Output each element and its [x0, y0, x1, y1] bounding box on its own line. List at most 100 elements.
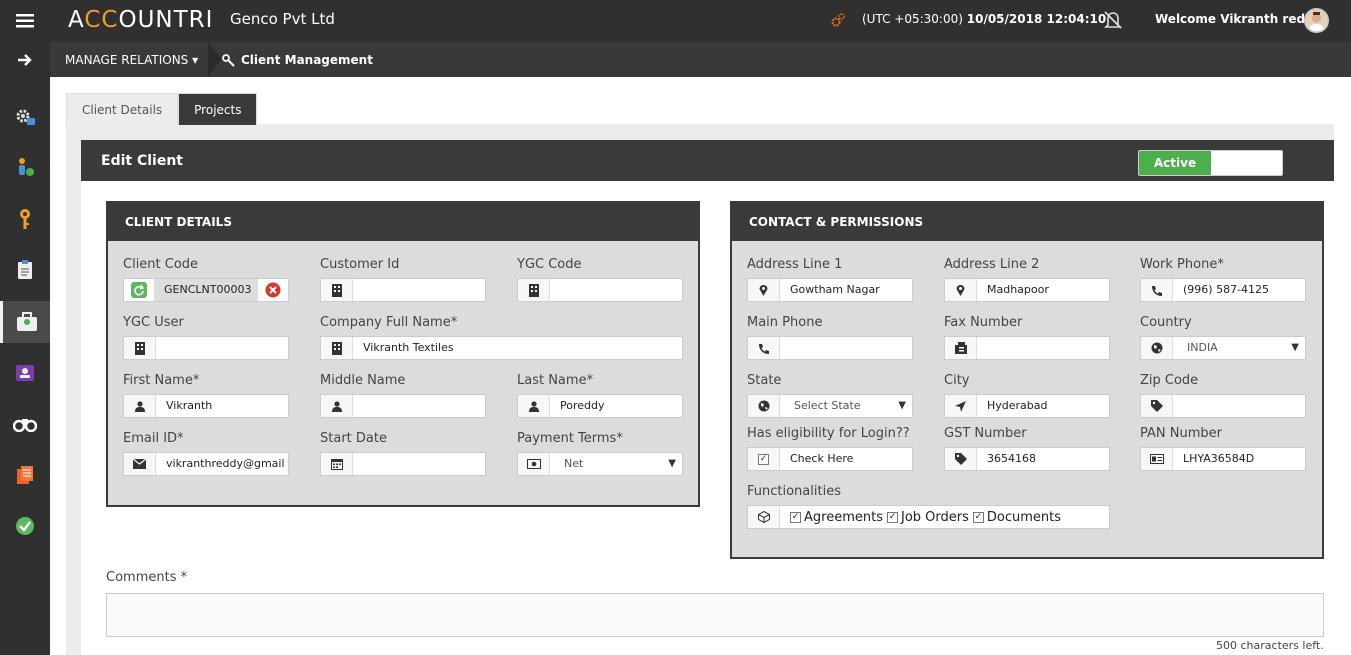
envelope-icon	[124, 453, 156, 475]
sidebar-item-settings[interactable]	[0, 97, 50, 137]
sidebar-item-documents[interactable]	[0, 455, 50, 495]
expand-arrow-icon[interactable]	[0, 42, 50, 77]
avatar[interactable]	[1304, 8, 1329, 33]
comments-label: Comments *	[106, 570, 188, 585]
company-full-name-field: Company Full Name* Vikranth Textiles	[320, 315, 683, 360]
building-icon	[321, 337, 353, 359]
city-field: City Hyderabad	[944, 373, 1110, 418]
client-code-field: Client Code GENCLNT00003	[123, 257, 289, 302]
fax-number-input[interactable]	[977, 337, 1109, 359]
tab-projects[interactable]: Projects	[178, 93, 258, 125]
gst-number-input[interactable]: 3654168	[977, 448, 1109, 470]
ygc-user-input[interactable]	[156, 337, 288, 359]
main-phone-field: Main Phone	[747, 315, 913, 360]
map-marker-icon	[748, 279, 780, 301]
first-name-input[interactable]: Vikranth	[156, 395, 288, 417]
start-date-field: Start Date	[320, 431, 486, 476]
email-field: Email ID* vikranthreddy@gmail	[123, 431, 289, 476]
zip-code-input[interactable]	[1173, 395, 1305, 417]
sidebar-item-contacts[interactable]	[0, 353, 50, 393]
payment-terms-select[interactable]: Net ▼	[550, 453, 682, 475]
city-input[interactable]: Hyderabad	[977, 395, 1109, 417]
caret-down-icon: ▾	[192, 53, 199, 67]
sidebar	[0, 77, 50, 655]
user-icon	[124, 395, 156, 417]
location-arrow-icon	[945, 395, 977, 417]
functionality-documents[interactable]: ✓ Documents	[972, 510, 1061, 525]
notifications-off-icon[interactable]	[1102, 10, 1124, 34]
map-marker-icon	[945, 279, 977, 301]
company-full-name-input[interactable]: Vikranth Textiles	[353, 337, 682, 359]
chars-left-counter: 500 characters left.	[1216, 639, 1324, 652]
middle-name-input[interactable]	[353, 395, 485, 417]
status-toggle-on: Active	[1139, 151, 1211, 175]
tag-icon	[945, 448, 977, 470]
dropdown-caret-icon: ▼	[668, 458, 676, 469]
checkbox-icon[interactable]: ✓	[748, 448, 780, 470]
refresh-icon[interactable]	[124, 279, 154, 301]
last-name-input[interactable]: Poreddy	[550, 395, 682, 417]
email-input[interactable]: vikranthreddy@gmail	[156, 453, 288, 475]
company-name: Genco Pvt Ltd	[230, 10, 335, 28]
clipboard-icon	[18, 260, 32, 279]
breadcrumb-separator	[208, 42, 222, 77]
work-phone-input[interactable]: (996) 587-4125	[1173, 279, 1305, 301]
login-eligibility-value[interactable]: Check Here	[780, 448, 912, 470]
start-date-input[interactable]	[353, 453, 485, 475]
sidebar-item-clipboard[interactable]	[0, 250, 50, 290]
state-field: State Select State ▼	[747, 373, 913, 418]
phone-icon	[1141, 279, 1173, 301]
sidebar-item-keys[interactable]	[0, 199, 50, 239]
contact-card-icon	[16, 365, 34, 381]
address-line-1-input[interactable]: Gowtham Nagar	[780, 279, 912, 301]
work-phone-field: Work Phone* (996) 587-4125	[1140, 257, 1306, 302]
address-line-1-field: Address Line 1 Gowtham Nagar	[747, 257, 913, 302]
briefcase-icon	[16, 312, 37, 331]
phone-icon	[748, 337, 780, 359]
building-icon	[124, 337, 156, 359]
documents-icon	[17, 466, 33, 484]
building-icon	[518, 279, 550, 301]
functionality-job-orders[interactable]: ✓ Job Orders	[886, 510, 969, 525]
tabs: Client Details Projects	[66, 93, 258, 125]
client-details-header: CLIENT DETAILS	[108, 203, 698, 241]
login-eligibility-field: Has eligibility for Login?? ✓ Check Here	[747, 426, 913, 471]
address-line-2-input[interactable]: Madhapoor	[977, 279, 1109, 301]
fax-number-field: Fax Number	[944, 315, 1110, 360]
first-name-field: First Name* Vikranth	[123, 373, 289, 418]
fax-icon	[945, 337, 977, 359]
wrench-icon	[222, 53, 235, 67]
ygc-code-input[interactable]	[550, 279, 682, 301]
cube-icon	[748, 506, 780, 528]
middle-name-field: Middle Name	[320, 373, 486, 418]
status-toggle[interactable]: Active	[1138, 150, 1283, 176]
welcome-text: Welcome Vikranth reddy	[1155, 12, 1322, 26]
dropdown-caret-icon: ▼	[898, 400, 906, 411]
client-code-input[interactable]: GENCLNT00003	[154, 279, 258, 301]
country-select[interactable]: INDIA ▼	[1173, 337, 1305, 359]
hamburger-menu-icon[interactable]	[0, 0, 50, 42]
last-name-field: Last Name* Poreddy	[517, 373, 683, 418]
sidebar-item-briefcase[interactable]	[0, 301, 50, 343]
comments-textarea[interactable]	[106, 593, 1324, 637]
pan-number-input[interactable]: LHYA36584D	[1173, 448, 1305, 470]
tag-icon	[1141, 395, 1173, 417]
ygc-code-field: YGC Code	[517, 257, 683, 302]
functionality-agreements[interactable]: ✓ Agreements	[790, 510, 883, 525]
state-select[interactable]: Select State ▼	[780, 395, 912, 417]
manage-relations-menu[interactable]: MANAGE RELATIONS ▾	[65, 53, 198, 67]
sidebar-item-approvals[interactable]	[0, 506, 50, 546]
sidebar-item-people-money[interactable]	[0, 148, 50, 188]
checkbox-icon: ✓	[886, 511, 898, 523]
customer-id-input[interactable]	[353, 279, 485, 301]
clear-icon[interactable]	[258, 279, 288, 301]
main-phone-input[interactable]	[780, 337, 912, 359]
breadcrumb: Client Management	[222, 53, 373, 67]
binoculars-icon	[13, 419, 37, 432]
payment-terms-field: Payment Terms* Net ▼	[517, 431, 683, 476]
gears-icon[interactable]	[830, 12, 846, 32]
address-line-2-field: Address Line 2 Madhapoor	[944, 257, 1110, 302]
datetime-display: (UTC +05:30:00) 10/05/2018 12:04:10	[862, 12, 1107, 26]
tab-client-details[interactable]: Client Details	[66, 93, 179, 125]
sidebar-item-search[interactable]	[0, 404, 50, 444]
